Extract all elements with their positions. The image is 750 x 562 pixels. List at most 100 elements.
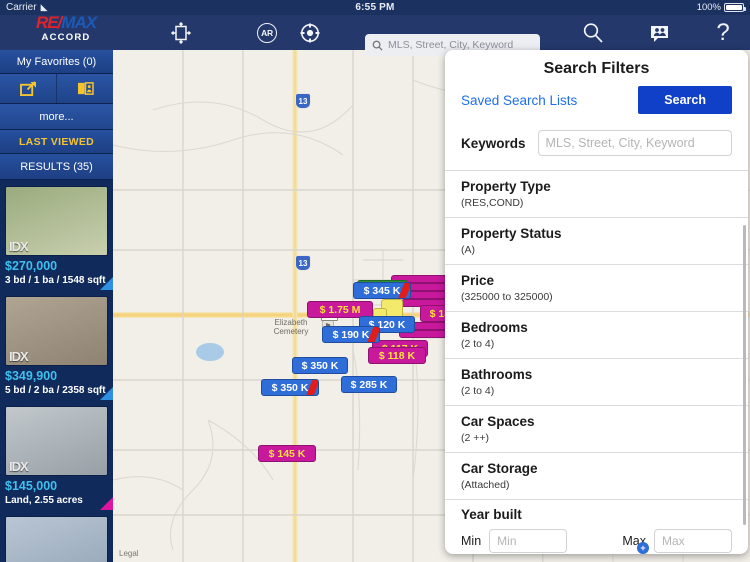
keywords-row: Keywords MLS, Street, City, Keyword [445, 126, 748, 171]
keywords-label: Keywords [461, 135, 526, 151]
highway-shield-label: 13 [298, 96, 308, 106]
listing-price: $349,900 [5, 369, 58, 383]
listing-price: $270,000 [5, 259, 58, 273]
keywords-input[interactable]: MLS, Street, City, Keyword [537, 130, 732, 156]
price-marker-label: $ 285 K [350, 378, 388, 391]
listing-card[interactable]: IDX $145,000 Land, 2.55 acres [0, 400, 113, 510]
help-button[interactable]: ? [708, 21, 738, 45]
filter-row-name: Property Type [461, 179, 551, 194]
listing-meta: 5 bd / 2 ba / 2358 sqft [5, 385, 106, 396]
price-marker[interactable]: $ 118 K [368, 347, 426, 364]
listing-card[interactable]: IDX $270,000 3 bd / 1 ba / 1548 sqft [0, 180, 113, 290]
price-marker-label: $ 145 K [268, 447, 306, 460]
sidebar-item-favorites[interactable]: My Favorites (0) [0, 50, 113, 74]
agents-chat-icon[interactable] [644, 21, 674, 45]
filter-row[interactable]: Property Status (A) [445, 218, 748, 265]
filter-row[interactable]: Bedrooms (2 to 4) [445, 312, 748, 359]
ar-mode-button[interactable]: AR [252, 21, 282, 45]
listing-corner-flag [100, 277, 113, 290]
share-icon [19, 81, 36, 96]
filter-row-name: Property Status [461, 226, 562, 241]
battery-icon [724, 3, 746, 12]
filter-row[interactable]: Car Spaces (2 ++) [445, 406, 748, 453]
filter-row-value: (2 to 4) [461, 385, 495, 397]
year-built-fields: Min Min Max Max [461, 529, 732, 553]
top-toolbar: RE/MAX ACCORD AR MLS, Street, City, Keyw… [0, 14, 750, 56]
locate-target-icon[interactable] [295, 21, 325, 45]
sidebar-item-last-viewed[interactable]: LAST VIEWED [0, 130, 113, 154]
sidebar-item-results[interactable]: RESULTS (35) [0, 154, 113, 180]
search-filters-button[interactable] [578, 21, 608, 45]
search-button[interactable]: Search [638, 86, 732, 114]
listing-card[interactable] [0, 510, 113, 562]
listing-thumbnail: IDX [5, 296, 108, 366]
price-marker[interactable]: $ 350 K [292, 357, 348, 374]
resize-frame-icon[interactable] [166, 21, 196, 45]
listing-card[interactable]: IDX $349,900 5 bd / 2 ba / 2358 sqft [0, 290, 113, 400]
help-label: ? [716, 19, 730, 46]
map-legal-link[interactable]: Legal [118, 549, 140, 558]
price-marker-label: $ 190 K [332, 328, 370, 341]
filter-row-value: (A) [461, 244, 475, 256]
filter-row-value: (RES,COND) [461, 197, 524, 209]
highway-shield: 13 [295, 255, 311, 271]
status-bar-right: 100% [696, 2, 746, 13]
price-marker[interactable]: $ 350 K [261, 379, 319, 396]
price-marker[interactable]: $ 145 K [258, 445, 316, 462]
highway-shield: 13 [295, 93, 311, 109]
search-filters-panel: Search Filters Saved Search Lists Search… [445, 50, 748, 554]
sidebar-icon-row [0, 74, 113, 104]
filter-row-name: Bedrooms [461, 320, 528, 335]
battery-percent-label: 100% [696, 2, 721, 13]
year-built-min-input[interactable]: Min [489, 529, 568, 553]
filter-row[interactable]: Property Type (RES,COND) [445, 171, 748, 218]
year-built-min-label: Min [461, 534, 482, 548]
filter-row[interactable]: Bathrooms (2 to 4) [445, 359, 748, 406]
price-marker[interactable]: $ 345 K [353, 282, 411, 299]
listing-cards-list[interactable]: IDX $270,000 3 bd / 1 ba / 1548 sqft IDX $34… [0, 180, 113, 562]
filter-row[interactable]: Price (325000 to 325000) [445, 265, 748, 312]
logo-wordmark: RE/MAX [18, 14, 114, 32]
year-built-max-placeholder: Max [662, 534, 685, 548]
filter-rows-list: Property Type (RES,COND) Property Status (A… [445, 171, 748, 500]
filter-row[interactable]: Car Storage (Attached) [445, 453, 748, 500]
agents-chat-glyph [650, 25, 668, 42]
listing-price: $145,000 [5, 479, 58, 493]
year-built-label: Year built [461, 507, 522, 522]
ar-icon: AR [257, 23, 277, 43]
sidebar: My Favorites (0) more... LAST VIEWED RES… [0, 50, 113, 562]
price-marker-label: $ 1.75 M [319, 303, 361, 316]
status-bar-time: 6:55 PM [355, 2, 395, 13]
share-button[interactable] [0, 74, 57, 103]
filters-actions-row: Saved Search Lists Search [445, 86, 748, 126]
filter-row-name: Bathrooms [461, 367, 533, 382]
filter-row-name: Price [461, 273, 495, 288]
logo-re-text: RE/ [35, 13, 62, 32]
panel-scrollbar[interactable] [743, 225, 746, 525]
add-filter-icon[interactable]: + [637, 542, 649, 554]
logo-max-text: MAX [61, 13, 97, 32]
brochure-button[interactable] [57, 74, 113, 103]
place-label-cemetery: Elizabeth Cemetery [273, 318, 309, 336]
year-built-min-placeholder: Min [497, 534, 517, 548]
sidebar-item-more[interactable]: more... [0, 104, 113, 130]
saved-search-lists-link[interactable]: Saved Search Lists [461, 93, 577, 108]
listing-corner-flag [100, 497, 113, 510]
brochure-icon [77, 82, 94, 95]
remax-logo[interactable]: RE/MAX ACCORD [18, 14, 114, 44]
status-bar: Carrier ◣ 6:55 PM 100% [0, 0, 750, 15]
year-built-max-input[interactable]: Max [654, 529, 732, 553]
price-marker[interactable]: $ 285 K [341, 376, 397, 393]
price-marker[interactable]: $ 190 K [322, 326, 380, 343]
filter-row-name: Car Spaces [461, 414, 535, 429]
listing-thumbnail: IDX [5, 186, 108, 256]
search-icon [583, 23, 603, 43]
filter-row-name: Car Storage [461, 461, 538, 476]
price-marker-label: $ 118 K [378, 349, 416, 362]
highway-shield-label: 13 [298, 258, 308, 268]
keywords-input-placeholder: MLS, Street, City, Keyword [545, 136, 695, 150]
idx-watermark: IDX [9, 349, 29, 364]
search-icon [372, 40, 383, 51]
app-root: Carrier ◣ 6:55 PM 100% RE/MAX ACCORD AR [0, 0, 750, 562]
ar-label: AR [261, 28, 273, 38]
